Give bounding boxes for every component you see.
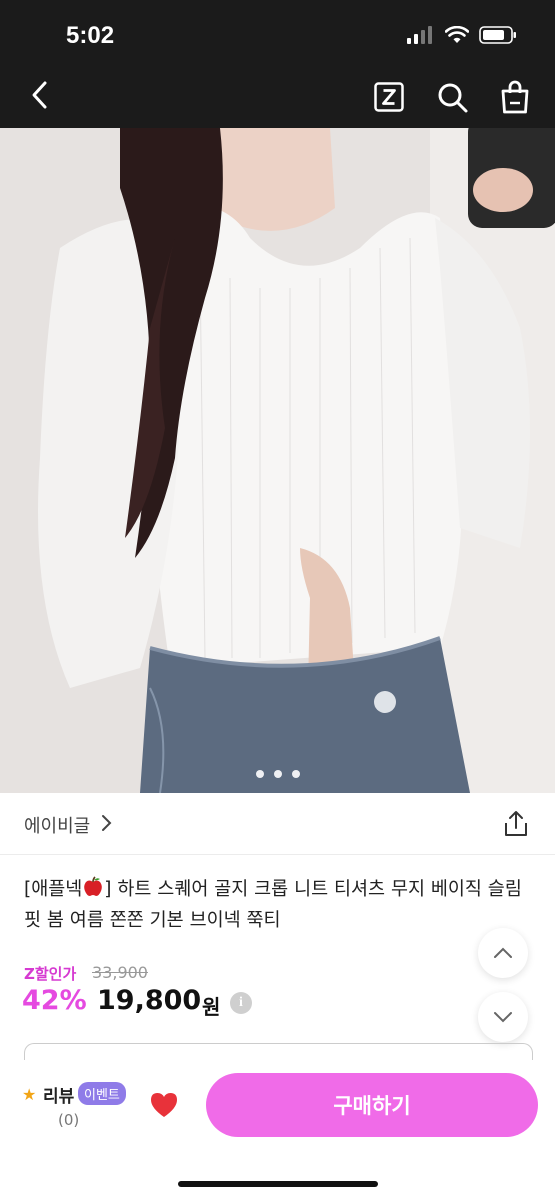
home-indicator bbox=[178, 1181, 378, 1187]
review-label[interactable]: 리뷰 bbox=[43, 1082, 74, 1107]
star-icon: ★ bbox=[22, 1085, 37, 1104]
product-image[interactable] bbox=[0, 128, 555, 793]
seller-name[interactable]: 에이비글 bbox=[24, 812, 90, 838]
buy-button[interactable]: 구매하기 bbox=[206, 1073, 538, 1137]
sale-price: 19,800 bbox=[97, 985, 202, 1016]
image-pagination bbox=[0, 770, 555, 778]
scroll-up-button[interactable] bbox=[478, 928, 528, 978]
info-icon[interactable]: i bbox=[230, 992, 252, 1014]
shopping-bag-icon[interactable] bbox=[500, 80, 530, 114]
red-apple-icon bbox=[84, 876, 103, 896]
pagination-dot[interactable] bbox=[255, 770, 264, 778]
share-icon[interactable] bbox=[503, 810, 529, 838]
product-title: [애플넥 ] 하트 스퀘어 골지 크롭 니트 티셔츠 무지 베이직 슬림핏 봄 … bbox=[24, 874, 524, 936]
z-logo-icon[interactable] bbox=[374, 82, 404, 112]
battery-icon bbox=[479, 26, 516, 44]
currency-unit: 원 bbox=[202, 995, 221, 1019]
signal-icon bbox=[407, 26, 432, 44]
status-icons bbox=[407, 26, 517, 44]
top-bar: 5:02 bbox=[0, 0, 555, 128]
back-chevron-icon[interactable] bbox=[26, 80, 56, 110]
chevron-down-icon bbox=[494, 1012, 512, 1023]
z-price-label: Z할인가 bbox=[24, 965, 77, 983]
seller-row[interactable]: 에이비글 bbox=[0, 794, 555, 855]
original-price: 33,900 bbox=[92, 963, 148, 982]
chevron-up-icon bbox=[494, 947, 512, 958]
scroll-down-button[interactable] bbox=[478, 992, 528, 1042]
status-time: 5:02 bbox=[66, 22, 115, 49]
chevron-right-icon bbox=[102, 815, 112, 831]
pagination-dot[interactable] bbox=[291, 770, 300, 778]
discount-rate: 42% bbox=[22, 985, 87, 1016]
pagination-dot[interactable] bbox=[273, 770, 282, 778]
heart-icon[interactable] bbox=[149, 1091, 179, 1119]
title-prefix: [애플넥 bbox=[24, 879, 83, 900]
wifi-icon bbox=[445, 26, 469, 43]
event-badge: 이벤트 bbox=[78, 1082, 126, 1105]
review-count: (0) bbox=[58, 1111, 80, 1129]
search-icon[interactable] bbox=[437, 82, 469, 114]
product-photo-illustration bbox=[0, 128, 555, 793]
